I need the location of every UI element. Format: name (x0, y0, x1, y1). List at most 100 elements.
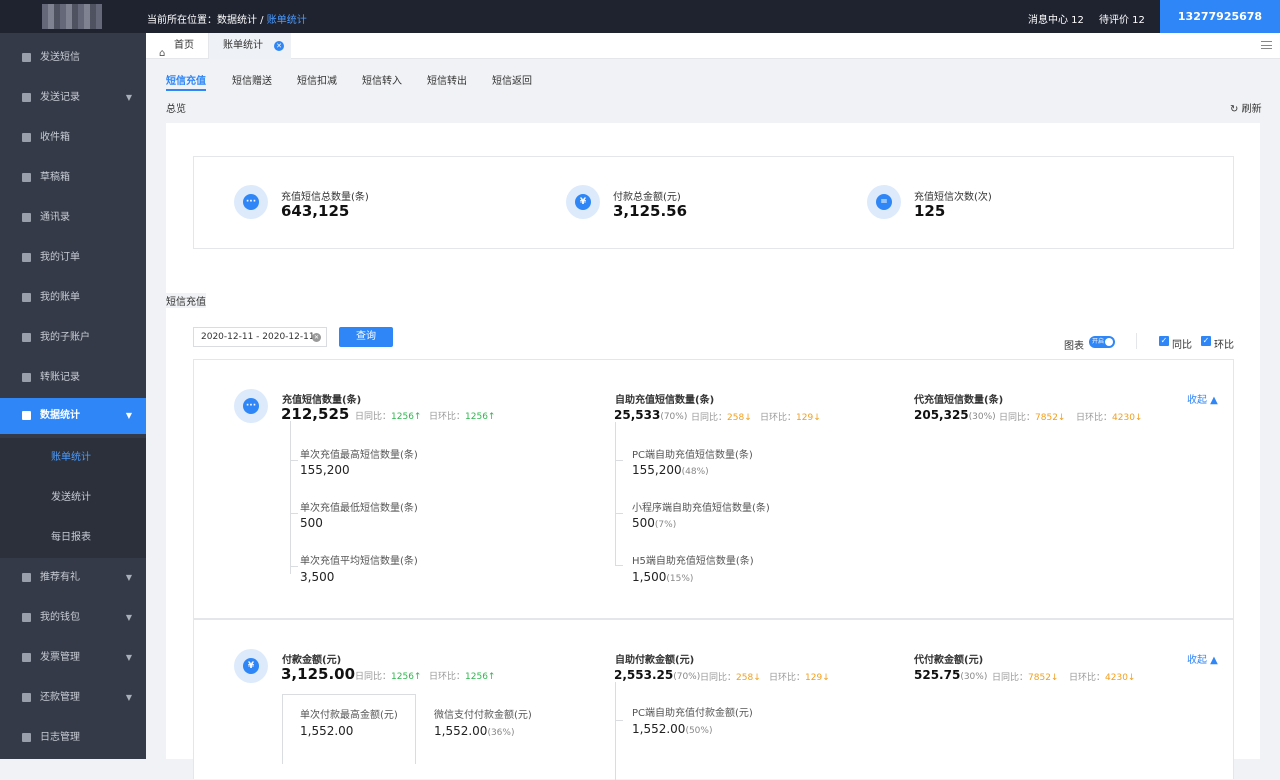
caret-down-icon: ▼ (125, 613, 132, 622)
date-range-value: 2020-12-11 - 2020-12-11 (201, 332, 315, 342)
agent-day-yoy: 日同比：7852↓ (999, 413, 1066, 423)
sidebar-item-logs[interactable]: 日志管理 (0, 718, 146, 758)
pending-review-link[interactable]: 待评价 12 (1099, 11, 1145, 26)
day-mom: 日环比：1256↑ (429, 412, 496, 422)
caret-down-icon: ▼ (125, 573, 132, 582)
sidebar-item-bills[interactable]: 我的账单 (0, 278, 146, 318)
yoy-checkbox[interactable]: 同比 (1159, 336, 1192, 351)
sidebar-item-sub-accounts[interactable]: 我的子账户 (0, 318, 146, 358)
sub-stat-value: 500 (300, 516, 323, 530)
sidebar-item-label: 转账记录 (40, 372, 80, 383)
subtab-transfer-in[interactable]: 短信转入 (362, 72, 402, 87)
yuan-icon: ¥ (234, 649, 268, 683)
sidebar-item-invoices[interactable]: 发票管理 ▼ (0, 638, 146, 678)
tree-line (615, 422, 616, 565)
logo[interactable] (42, 4, 102, 29)
message-center-link[interactable]: 消息中心 12 (1028, 11, 1084, 26)
sidebar-item-inbox[interactable]: 收件箱 (0, 118, 146, 158)
refresh-button[interactable]: ↻ 刷新 (1230, 100, 1262, 115)
yuan-icon: ¥ (566, 185, 600, 219)
sub-stat-value: 1,500(15%) (632, 570, 694, 584)
tab-home[interactable]: ⌂ 首页 (146, 33, 209, 59)
self-recharge-value: 25,533(70%) (614, 408, 688, 422)
sidebar-item-drafts[interactable]: 草稿箱 (0, 158, 146, 198)
records-icon (22, 93, 31, 102)
menu-icon[interactable] (1261, 41, 1272, 49)
overview-box: ··· 充值短信总数量(条) 643,125 ¥ 付款总金额(元) 3,125.… (193, 156, 1234, 249)
sub-stat-value: 1,552.00(50%) (632, 722, 713, 736)
sidebar-subitem-bill-stats[interactable]: 账单统计 (0, 438, 146, 478)
sidebar-item-label: 数据统计 (40, 410, 80, 421)
date-range-input[interactable]: 2020-12-11 - 2020-12-11 ✕ (193, 327, 327, 347)
self-day-mom: 日环比：129↓ (769, 673, 830, 683)
sidebar-item-transfers[interactable]: 转账记录 (0, 358, 146, 398)
sms-quantity-card: ··· 充值短信数量(条) 212,525 日同比：1256↑ 日环比：1256… (193, 359, 1234, 619)
breadcrumb-separator: / (257, 15, 267, 26)
sub-stat-value: 500(7%) (632, 516, 677, 530)
tree-line (615, 682, 616, 780)
sidebar-item-orders[interactable]: 我的订单 (0, 238, 146, 278)
repayment-icon (22, 693, 31, 702)
agent-recharge-value: 205,325(30%) (914, 408, 996, 422)
invoice-icon (22, 653, 31, 662)
breadcrumb-parent[interactable]: 数据统计 (217, 15, 257, 26)
sidebar-subitem-daily-report[interactable]: 每日报表 (0, 518, 146, 558)
self-payment-label: 自助付款金额(元) (615, 655, 695, 666)
sub-stat-value: 1,552.00(36%) (434, 724, 515, 738)
collapse-button[interactable]: 收起 ▲ (1187, 651, 1218, 666)
sub-stat-label: 单次充值最高短信数量(条) (300, 450, 418, 461)
sidebar-item-label: 发票管理 (40, 652, 80, 663)
chart-toggle-switch[interactable]: 开启 (1089, 336, 1115, 348)
tree-branch (615, 513, 623, 514)
sidebar-item-statistics[interactable]: 数据统计 ▼ (0, 398, 146, 434)
subtab-gift[interactable]: 短信赠送 (232, 72, 272, 87)
sub-stat-value: 155,200 (300, 463, 350, 477)
mom-checkbox[interactable]: 环比 (1201, 336, 1234, 351)
log-icon (22, 733, 31, 742)
bill-icon (22, 293, 31, 302)
breadcrumb-prefix: 当前所在位置： (147, 15, 217, 26)
sidebar-subitem-send-stats[interactable]: 发送统计 (0, 478, 146, 518)
sub-stat-label: 单次充值平均短信数量(条) (300, 556, 418, 567)
tab-bill-stats[interactable]: 账单统计 ✕ (209, 33, 291, 59)
sidebar-item-repayment[interactable]: 还款管理 ▼ (0, 678, 146, 718)
subtab-recharge[interactable]: 短信充值 (166, 72, 206, 91)
stat-label: 充值短信总数量(条) (281, 192, 369, 203)
caret-down-icon: ▼ (125, 693, 132, 702)
order-icon (22, 253, 31, 262)
subtab-transfer-out[interactable]: 短信转出 (427, 72, 467, 87)
sidebar-item-label: 发送记录 (40, 92, 80, 103)
sub-stat-label: PC端自助充值付款金额(元) (632, 708, 753, 719)
agent-payment-label: 代付款金额(元) (914, 655, 984, 666)
divider (1136, 333, 1137, 349)
payment-amount-card: ¥ 付款金额(元) 3,125.00 日同比：1256↑ 日环比：1256↑ 单… (193, 619, 1234, 780)
stat-value: 125 (914, 202, 946, 220)
subtab-return[interactable]: 短信返回 (492, 72, 532, 87)
chat-icon: ··· (234, 185, 268, 219)
self-day-mom: 日环比：129↓ (760, 413, 821, 423)
sidebar-item-referral[interactable]: 推荐有礼 ▼ (0, 558, 146, 598)
clear-icon[interactable]: ✕ (312, 333, 321, 342)
sidebar-item-label: 草稿箱 (40, 172, 70, 183)
close-icon[interactable]: ✕ (274, 41, 284, 51)
collapse-button[interactable]: 收起 ▲ (1187, 391, 1218, 406)
sub-stat-value: 155,200(48%) (632, 463, 709, 477)
query-button[interactable]: 查询 (339, 327, 393, 347)
sidebar-item-contacts[interactable]: 通讯录 (0, 198, 146, 238)
sidebar-item-wallet[interactable]: 我的钱包 ▼ (0, 598, 146, 638)
agent-day-mom: 日环比：4230↓ (1076, 413, 1143, 423)
card-main-value: 3,125.00 (281, 665, 356, 683)
sub-stat-label: 单次付款最高金额(元) (300, 710, 398, 721)
sidebar-item-send-sms[interactable]: 发送短信 (0, 38, 146, 78)
card-main-label: 付款金额(元) (282, 655, 342, 666)
user-phone-button[interactable]: 13277925678 (1160, 0, 1280, 33)
stat-value: 3,125.56 (613, 202, 688, 220)
sub-stat-label: 单次充值最低短信数量(条) (300, 503, 418, 514)
stat-value: 643,125 (281, 202, 350, 220)
sidebar-item-send-records[interactable]: 发送记录 ▼ (0, 78, 146, 118)
sidebar-item-label: 我的钱包 (40, 612, 80, 623)
sidebar-item-label: 我的账单 (40, 292, 80, 303)
contacts-icon (22, 213, 31, 222)
subtab-deduct[interactable]: 短信扣减 (297, 72, 337, 87)
overview-title: 总览 (166, 104, 186, 115)
